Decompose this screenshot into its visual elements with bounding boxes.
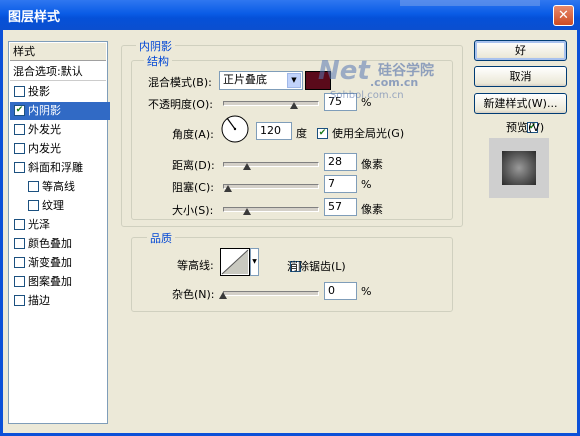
sidebar-item-label: 图案叠加 (28, 275, 72, 288)
sidebar-item-label: 颜色叠加 (28, 237, 72, 250)
watermark-url: Sohbol.com.cn (330, 90, 404, 101)
noise-slider-thumb[interactable] (219, 292, 227, 299)
checkbox-color-overlay[interactable] (14, 237, 25, 249)
chevron-down-icon[interactable]: ▼ (250, 248, 259, 276)
angle-dial[interactable] (220, 114, 250, 144)
sidebar-item-outer-glow[interactable]: 外发光 (10, 121, 110, 139)
checkbox-stroke[interactable] (14, 294, 25, 306)
blend-mode-select[interactable]: 正片叠底 ▼ (219, 71, 303, 90)
structure-title: 结构 (144, 53, 172, 69)
sidebar-item-label: 描边 (28, 294, 50, 307)
global-light-checkbox[interactable]: ✔ (317, 127, 328, 139)
size-unit: 像素 (361, 203, 383, 216)
choke-label: 阻塞(C): (172, 181, 214, 194)
checkbox-inner-shadow[interactable]: ✔ (14, 104, 25, 116)
watermark-domain: .com.cn (370, 76, 419, 89)
checkbox-drop-shadow[interactable] (14, 85, 25, 97)
sidebar-item-label: 渐变叠加 (28, 256, 72, 269)
opacity-label: 不透明度(O): (148, 98, 213, 111)
sidebar-item-drop-shadow[interactable]: 投影 (10, 83, 110, 101)
preview-swatch (502, 151, 536, 185)
blend-mode-value: 正片叠底 (223, 73, 267, 86)
choke-slider[interactable] (223, 184, 319, 189)
sidebar-item-label: 投影 (28, 85, 50, 98)
sidebar-item-inner-shadow[interactable]: ✔ 内阴影 (10, 102, 110, 120)
distance-input[interactable]: 28 (324, 153, 357, 171)
distance-slider-thumb[interactable] (243, 163, 251, 170)
cancel-button[interactable]: 取消 (474, 66, 567, 87)
sidebar-item-stroke[interactable]: 描边 (10, 292, 110, 310)
checkbox-contour[interactable] (28, 180, 39, 192)
opacity-slider-thumb[interactable] (290, 102, 298, 109)
sidebar-item-gradient-overlay[interactable]: 渐变叠加 (10, 254, 110, 272)
anti-alias-label[interactable]: 消除锯齿(L) (287, 258, 346, 274)
style-preview-thumbnail (489, 138, 549, 198)
blend-mode-label: 混合模式(B): (148, 76, 212, 89)
style-list: 样式 混合选项:默认 投影 ✔ 内阴影 外发光 内发光 斜面和浮雕 等高线 纹理 … (8, 41, 110, 424)
angle-unit: 度 (296, 127, 307, 140)
noise-label: 杂色(N): (172, 288, 215, 301)
distance-label: 距离(D): (172, 159, 215, 172)
choke-unit: % (361, 178, 372, 191)
sidebar-item-texture[interactable]: 纹理 (10, 197, 124, 215)
contour-label: 等高线: (177, 259, 214, 272)
noise-slider[interactable] (223, 291, 319, 296)
angle-label: 角度(A): (172, 128, 214, 141)
watermark-brand: Net (318, 56, 370, 86)
preview-label[interactable]: 预览(V) (506, 119, 544, 135)
style-list-header[interactable]: 样式 (10, 43, 106, 61)
quality-title: 品质 (147, 230, 175, 246)
window-title: 图层样式 (8, 10, 61, 25)
choke-input[interactable]: 7 (324, 175, 357, 193)
checkbox-gradient-overlay[interactable] (14, 256, 25, 268)
sidebar-item-blending-options[interactable]: 混合选项:默认 (10, 63, 106, 81)
sidebar-item-label: 外发光 (28, 123, 61, 136)
size-slider[interactable] (223, 207, 319, 212)
inner-shadow-title: 内阴影 (136, 38, 175, 54)
size-input[interactable]: 57 (324, 198, 357, 216)
angle-input[interactable]: 120 (256, 122, 292, 140)
sidebar-item-label: 等高线 (42, 180, 75, 193)
close-icon[interactable]: ✕ (553, 5, 574, 26)
sidebar-item-label: 内阴影 (28, 104, 61, 117)
checkbox-bevel-emboss[interactable] (14, 161, 25, 173)
chevron-down-icon: ▼ (287, 73, 301, 88)
sidebar-item-label: 光泽 (28, 218, 50, 231)
sidebar-item-label: 内发光 (28, 142, 61, 155)
contour-picker[interactable] (220, 248, 250, 276)
checkbox-pattern-overlay[interactable] (14, 275, 25, 287)
sidebar-item-contour[interactable]: 等高线 (10, 178, 124, 196)
watermark-logo: Net 硅谷学院 .com.cn Sohbol.com.cn (300, 54, 470, 104)
choke-slider-thumb[interactable] (224, 185, 232, 192)
ok-button[interactable]: 好 (474, 40, 567, 61)
sidebar-item-label: 斜面和浮雕 (28, 161, 83, 174)
sidebar-item-inner-glow[interactable]: 内发光 (10, 140, 110, 158)
size-label: 大小(S): (172, 204, 214, 217)
sidebar-item-bevel-emboss[interactable]: 斜面和浮雕 (10, 159, 110, 177)
checkbox-inner-glow[interactable] (14, 142, 25, 154)
sidebar-item-satin[interactable]: 光泽 (10, 216, 110, 234)
size-slider-thumb[interactable] (243, 208, 251, 215)
distance-slider[interactable] (223, 162, 319, 167)
checkbox-satin[interactable] (14, 218, 25, 230)
sidebar-item-label: 纹理 (42, 199, 64, 212)
sidebar-item-pattern-overlay[interactable]: 图案叠加 (10, 273, 110, 291)
sidebar-item-color-overlay[interactable]: 颜色叠加 (10, 235, 110, 253)
checkbox-outer-glow[interactable] (14, 123, 25, 135)
distance-unit: 像素 (361, 158, 383, 171)
noise-unit: % (361, 285, 372, 298)
global-light-label[interactable]: 使用全局光(G) (332, 125, 404, 141)
new-style-button[interactable]: 新建样式(W)... (474, 93, 567, 114)
noise-input[interactable]: 0 (324, 282, 357, 300)
title-bar-artifact (400, 0, 540, 6)
checkbox-texture[interactable] (28, 199, 39, 211)
